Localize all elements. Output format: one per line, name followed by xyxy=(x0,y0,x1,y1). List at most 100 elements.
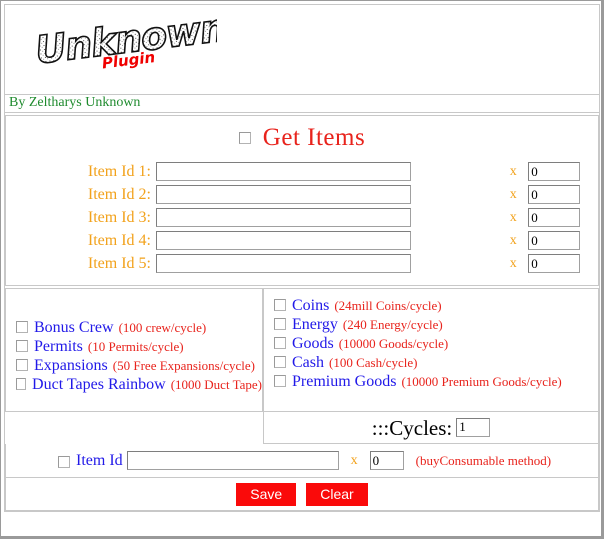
consumable-qty-input[interactable] xyxy=(369,451,404,470)
table-row: Item Id 5: x xyxy=(6,252,598,275)
cycles-input[interactable] xyxy=(456,417,491,437)
save-button[interactable]: Save xyxy=(236,482,297,506)
multiply-separator: x xyxy=(509,186,517,202)
table-row: Item Id 3: x xyxy=(6,206,598,229)
item-row-label: Item Id 2: xyxy=(87,185,151,203)
item-id-input-3[interactable] xyxy=(156,208,411,227)
option-rate: (10000 Goods/cycle) xyxy=(338,336,449,351)
item-qty-input-1[interactable] xyxy=(528,162,581,181)
item-id-cell xyxy=(156,229,498,252)
item-qty-cell xyxy=(528,229,598,252)
option-rate: (1000 Duct Tape) xyxy=(170,377,262,392)
option-label: Cash xyxy=(292,354,324,371)
option-checkbox-cash[interactable] xyxy=(274,356,286,368)
table-row: Item Id 1: x xyxy=(6,160,598,183)
option-label: Permits xyxy=(34,338,83,355)
option-checkbox-energy[interactable] xyxy=(274,318,286,330)
option-rate: (24mill Coins/cycle) xyxy=(334,298,442,313)
item-row-label: Item Id 1: xyxy=(87,162,151,180)
table-row: Item Id 2: x xyxy=(6,183,598,206)
table-row: Item Id 4: x xyxy=(6,229,598,252)
multiply-separator: x xyxy=(509,232,517,248)
get-items-header: Get Items xyxy=(6,116,598,156)
cycles-row: :::Cycles: xyxy=(263,412,599,444)
item-qty-cell xyxy=(528,160,598,183)
list-item: Coins (24mill Coins/cycle) xyxy=(274,297,598,316)
option-rate: (100 Cash/cycle) xyxy=(329,355,418,370)
header-banner: Unknown Plugin xyxy=(5,5,599,95)
list-item: Cash (100 Cash/cycle) xyxy=(274,354,598,373)
item-id-table: Item Id 1: x Item Id 2: xyxy=(6,160,598,275)
clear-button[interactable]: Clear xyxy=(306,482,368,506)
item-id-input-1[interactable] xyxy=(156,162,411,181)
item-qty-input-4[interactable] xyxy=(528,231,581,250)
author-byline: By Zeltharys Unknown xyxy=(5,95,599,113)
item-qty-input-2[interactable] xyxy=(528,185,581,204)
item-id-rows: Item Id 1: x Item Id 2: xyxy=(6,160,598,275)
options-area: Bonus Crew (100 crew/cycle) Permits (10 … xyxy=(5,288,599,444)
consumable-checkbox[interactable] xyxy=(58,455,70,468)
option-rate: (240 Energy/cycle) xyxy=(342,317,443,332)
multiply-separator: x xyxy=(350,452,358,468)
item-id-cell xyxy=(156,252,498,275)
item-row-label: Item Id 4: xyxy=(87,231,151,249)
option-label: Goods xyxy=(292,335,334,352)
item-row-label: Item Id 3: xyxy=(87,208,151,226)
list-item: Goods (10000 Goods/cycle) xyxy=(274,335,598,354)
item-id-input-2[interactable] xyxy=(156,185,411,204)
get-items-title: Get Items xyxy=(262,124,366,151)
unknown-plugin-logo: Unknown Plugin xyxy=(27,11,227,73)
option-rate: (10000 Premium Goods/cycle) xyxy=(401,374,562,389)
option-rate: (50 Free Expansions/cycle) xyxy=(112,358,256,373)
option-label: Coins xyxy=(292,297,330,314)
item-qty-input-5[interactable] xyxy=(528,254,581,273)
list-item: Permits (10 Permits/cycle) xyxy=(16,338,262,357)
option-label: Duct Tapes Rainbow xyxy=(32,376,166,393)
option-rate: (100 crew/cycle) xyxy=(118,320,207,335)
item-row-label: Item Id 5: xyxy=(87,254,151,272)
logo-graphic: Unknown Plugin xyxy=(32,11,217,71)
option-checkbox-expansions[interactable] xyxy=(16,359,28,371)
item-id-cell xyxy=(156,183,498,206)
option-checkbox-permits[interactable] xyxy=(16,340,28,352)
item-id-cell xyxy=(156,206,498,229)
multiply-separator: x xyxy=(509,255,517,271)
option-checkbox-bonus-crew[interactable] xyxy=(16,321,28,333)
list-item: Expansions (50 Free Expansions/cycle) xyxy=(16,357,262,376)
option-checkbox-coins[interactable] xyxy=(274,299,286,311)
list-item: Duct Tapes Rainbow (1000 Duct Tape) xyxy=(16,376,262,395)
list-item: Bonus Crew (100 crew/cycle) xyxy=(16,319,262,338)
option-rate: (10 Permits/cycle) xyxy=(87,339,184,354)
footer-button-bar: Save Clear xyxy=(5,478,599,511)
option-label: Bonus Crew xyxy=(34,319,114,336)
get-items-section: Get Items Item Id 1: x It xyxy=(5,115,599,286)
plugin-window: Unknown Plugin By Zeltharys Unknown Get … xyxy=(0,0,604,539)
option-checkbox-duct-tapes-rainbow[interactable] xyxy=(16,378,27,390)
cycles-label: :::Cycles: xyxy=(371,416,453,440)
plugin-content: Unknown Plugin By Zeltharys Unknown Get … xyxy=(4,4,600,512)
consumable-method-note: (buyConsumable method) xyxy=(415,452,552,468)
consumable-row: Item Id x (buyConsumable method) xyxy=(5,444,599,478)
item-qty-cell xyxy=(528,252,598,275)
option-label: Expansions xyxy=(34,357,108,374)
consumable-id-input[interactable] xyxy=(126,451,339,470)
multiply-separator: x xyxy=(509,209,517,225)
get-items-checkbox[interactable] xyxy=(238,132,251,144)
item-qty-cell xyxy=(528,183,598,206)
consumable-label: Item Id xyxy=(76,451,123,469)
list-item: Premium Goods (10000 Premium Goods/cycle… xyxy=(274,373,598,392)
option-label: Premium Goods xyxy=(292,373,397,390)
item-id-input-4[interactable] xyxy=(156,231,411,250)
item-id-input-5[interactable] xyxy=(156,254,411,273)
item-id-cell xyxy=(156,160,498,183)
item-qty-input-3[interactable] xyxy=(528,208,581,227)
item-qty-cell xyxy=(528,206,598,229)
option-checkbox-goods[interactable] xyxy=(274,337,286,349)
multiply-separator: x xyxy=(509,163,517,179)
list-item: Energy (240 Energy/cycle) xyxy=(274,316,598,335)
option-label: Energy xyxy=(292,316,338,333)
option-checkbox-premium-goods[interactable] xyxy=(274,375,286,387)
right-options-panel: Coins (24mill Coins/cycle) Energy (240 E… xyxy=(263,288,599,412)
left-options-panel: Bonus Crew (100 crew/cycle) Permits (10 … xyxy=(5,288,263,412)
right-column: Coins (24mill Coins/cycle) Energy (240 E… xyxy=(263,288,599,444)
